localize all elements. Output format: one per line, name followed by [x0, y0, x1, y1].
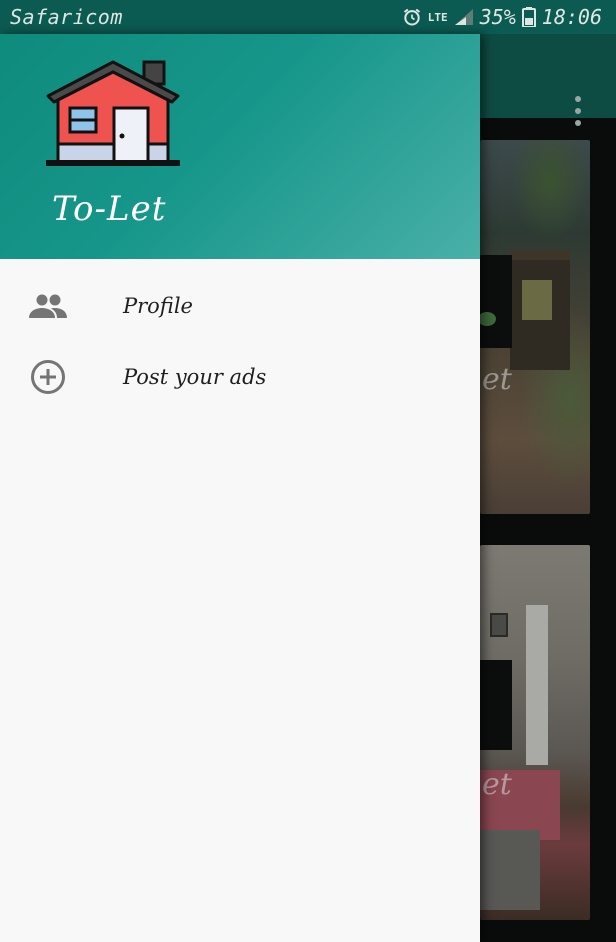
house-logo-icon	[46, 60, 180, 166]
card-watermark: et	[482, 767, 512, 802]
signal-icon	[454, 8, 474, 26]
menu-label-post-ads: Post your ads	[123, 364, 267, 389]
alarm-icon	[402, 7, 422, 27]
app-name: To-Let	[52, 189, 167, 229]
battery-percent: 35%	[479, 5, 516, 29]
menu-item-post-ads[interactable]: Post your ads	[0, 341, 480, 412]
carrier-name: Safaricom	[10, 5, 123, 29]
battery-icon	[521, 7, 536, 27]
drawer-menu: Profile Post your ads	[0, 270, 480, 412]
clock: 18:06	[541, 5, 602, 29]
menu-item-profile[interactable]: Profile	[0, 270, 480, 341]
card-watermark: et	[482, 362, 512, 397]
menu-label-profile: Profile	[123, 293, 193, 318]
overflow-menu-icon[interactable]	[566, 96, 590, 126]
network-type: LTE	[427, 10, 448, 24]
people-icon	[28, 286, 68, 326]
status-bar: Safaricom LTE 35% 18:06	[0, 0, 616, 34]
add-circle-icon	[28, 357, 68, 397]
navigation-drawer: To-Let Profile Post your ads	[0, 34, 480, 942]
drawer-header: To-Let	[0, 34, 480, 259]
status-indicators: LTE 35% 18:06	[402, 5, 602, 29]
listing-photo	[526, 605, 548, 765]
